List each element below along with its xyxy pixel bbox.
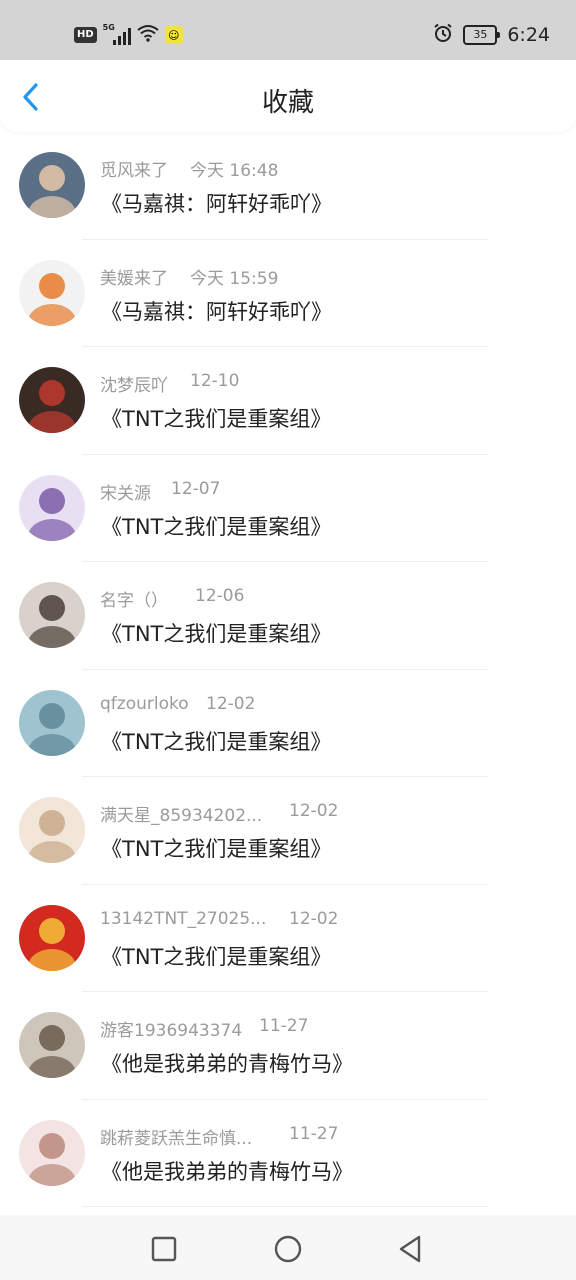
- story-title[interactable]: 《TNT之我们是重案组》: [101, 403, 331, 433]
- header: 收藏: [0, 60, 576, 132]
- timestamp: 12-02: [206, 693, 256, 714]
- timestamp: 11-27: [259, 1016, 309, 1036]
- page-title: 收藏: [261, 88, 314, 118]
- circle-icon: [274, 1235, 302, 1263]
- avatar[interactable]: [19, 152, 85, 218]
- timestamp: 今天 15:59: [190, 268, 279, 289]
- timestamp: 12-06: [195, 586, 245, 606]
- battery-icon: 35: [463, 25, 501, 45]
- cellular-signal-icon: 5G: [103, 23, 131, 45]
- username[interactable]: 觅风来了: [100, 156, 168, 181]
- avatar[interactable]: [19, 689, 85, 756]
- avatar[interactable]: [19, 1119, 85, 1186]
- story-title[interactable]: 《马嘉祺：阿轩好乖吖》: [101, 296, 332, 326]
- alarm-icon: [433, 23, 453, 47]
- item-meta: 跳菥菱跃羔生命慎... 11-27: [100, 1124, 338, 1149]
- status-right: 35 6:24: [433, 22, 550, 48]
- nav-back-button[interactable]: [394, 1233, 426, 1265]
- story-title[interactable]: 《TNT之我们是重案组》: [101, 941, 331, 971]
- app-notification-icon: ☺: [164, 26, 183, 44]
- clock: 6:24: [507, 24, 550, 46]
- list-item[interactable]: 13142TNT_27025... 12-02 《TNT之我们是重案组》: [0, 885, 576, 992]
- triangle-back-icon: [399, 1235, 421, 1263]
- avatar[interactable]: [19, 474, 85, 541]
- username[interactable]: 名字（）: [100, 586, 168, 611]
- avatar[interactable]: [19, 1012, 85, 1078]
- wifi-icon: [137, 24, 159, 46]
- timestamp: 今天 16:48: [190, 161, 279, 181]
- divider: [82, 1206, 488, 1207]
- avatar[interactable]: [19, 367, 85, 433]
- story-title[interactable]: 《TNT之我们是重案组》: [101, 833, 331, 863]
- username[interactable]: 满天星_85934202...: [100, 801, 262, 826]
- item-meta: 游客1936943374 11-27: [100, 1016, 308, 1041]
- status-left: HD 5G ☺: [74, 22, 183, 48]
- story-title[interactable]: 《TNT之我们是重案组》: [101, 726, 331, 756]
- list-item[interactable]: 宋关源 12-07 《TNT之我们是重案组》: [0, 455, 576, 562]
- item-meta: 觅风来了 今天 16:48: [100, 156, 278, 181]
- timestamp: 12-02: [289, 908, 339, 929]
- username[interactable]: 美媛来了: [100, 264, 168, 289]
- avatar[interactable]: [19, 797, 85, 863]
- timestamp: 12-02: [289, 801, 339, 821]
- timestamp: 12-07: [171, 478, 221, 499]
- story-title[interactable]: 《他是我弟弟的青梅竹马》: [101, 1048, 353, 1078]
- item-meta: qfzourloko 12-02: [100, 694, 255, 714]
- avatar[interactable]: [19, 904, 85, 971]
- status-bar: HD 5G ☺ 35 6:24: [0, 0, 576, 60]
- item-meta: 沈梦辰吖 12-10: [100, 371, 239, 396]
- item-meta: 宋关源 12-07: [100, 479, 220, 504]
- home-button[interactable]: [272, 1233, 304, 1265]
- story-title[interactable]: 《他是我弟弟的青梅竹马》: [101, 1156, 353, 1186]
- list-item[interactable]: 名字（） 12-06 《TNT之我们是重案组》: [0, 562, 576, 670]
- system-nav-bar: [0, 1215, 576, 1280]
- item-meta: 满天星_85934202... 12-02: [100, 801, 338, 826]
- list-item[interactable]: 跳菥菱跃羔生命慎... 11-27 《他是我弟弟的青梅竹马》: [0, 1100, 576, 1207]
- list-item[interactable]: 觅风来了 今天 16:48 《马嘉祺：阿轩好乖吖》: [0, 132, 576, 240]
- username[interactable]: 跳菥菱跃羔生命慎...: [100, 1124, 252, 1149]
- story-title[interactable]: 《TNT之我们是重案组》: [101, 511, 331, 541]
- avatar[interactable]: [19, 259, 85, 326]
- square-icon: [151, 1236, 177, 1262]
- username[interactable]: 宋关源: [100, 479, 151, 504]
- list-item[interactable]: 美媛来了 今天 15:59 《马嘉祺：阿轩好乖吖》: [0, 240, 576, 347]
- list-item[interactable]: 满天星_85934202... 12-02 《TNT之我们是重案组》: [0, 777, 576, 885]
- timestamp: 11-27: [289, 1123, 339, 1144]
- avatar[interactable]: [19, 582, 85, 648]
- story-title[interactable]: 《马嘉祺：阿轩好乖吖》: [101, 188, 332, 218]
- item-meta: 13142TNT_27025... 12-02: [100, 909, 338, 929]
- username[interactable]: 沈梦辰吖: [100, 371, 168, 396]
- story-title[interactable]: 《TNT之我们是重案组》: [101, 618, 331, 648]
- item-meta: 名字（） 12-06: [100, 586, 244, 611]
- username[interactable]: 13142TNT_27025...: [100, 909, 266, 929]
- username[interactable]: qfzourloko: [100, 694, 189, 714]
- list-item[interactable]: 游客1936943374 11-27 《他是我弟弟的青梅竹马》: [0, 992, 576, 1100]
- timestamp: 12-10: [190, 371, 240, 391]
- favorites-list: 觅风来了 今天 16:48 《马嘉祺：阿轩好乖吖》 美媛来了 今天 15:59 《马嘉祺：…: [0, 132, 576, 1207]
- list-item[interactable]: 沈梦辰吖 12-10 《TNT之我们是重案组》: [0, 347, 576, 455]
- list-item[interactable]: qfzourloko 12-02 《TNT之我们是重案组》: [0, 670, 576, 777]
- item-meta: 美媛来了 今天 15:59: [100, 264, 278, 289]
- recents-button[interactable]: [148, 1233, 180, 1265]
- hd-icon: HD: [74, 27, 97, 43]
- username[interactable]: 游客1936943374: [100, 1016, 242, 1041]
